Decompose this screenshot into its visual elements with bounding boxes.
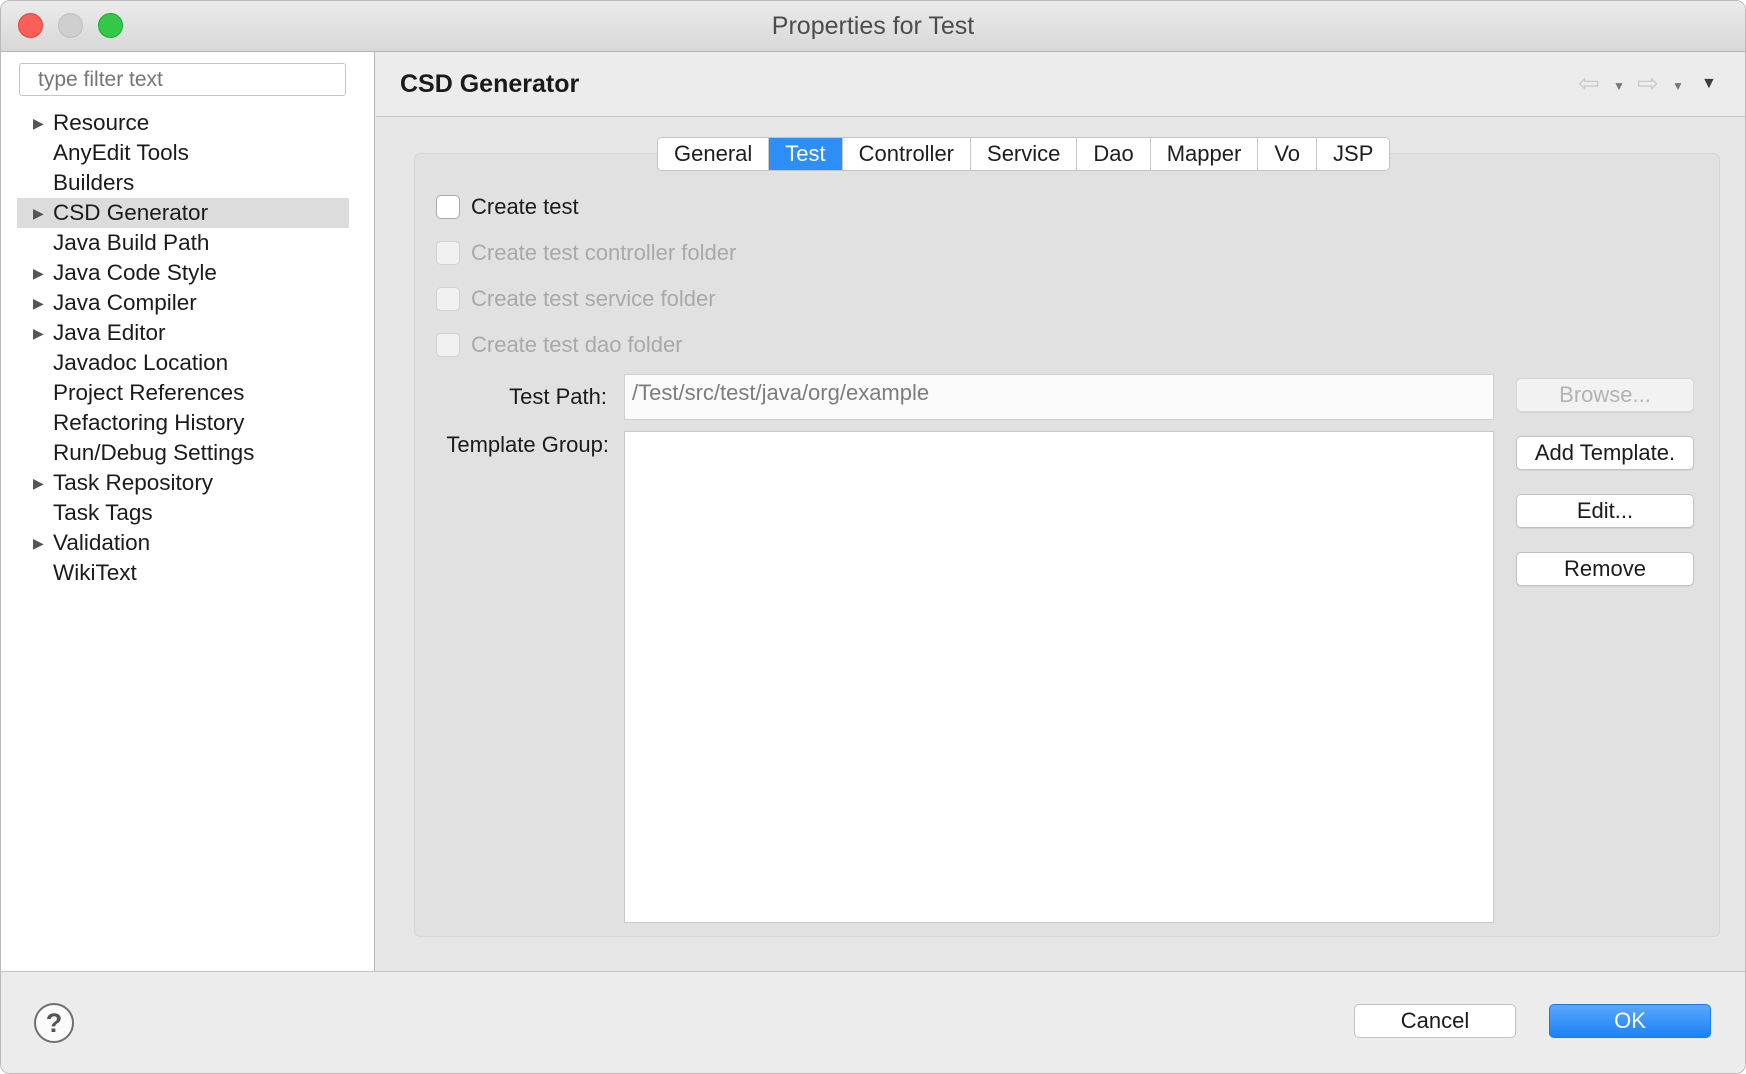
sidebar-item[interactable]: ▶ Task Repository <box>17 468 349 498</box>
create-test-service-folder-label: Create test service folder <box>471 286 716 311</box>
sidebar-item-label: AnyEdit Tools <box>53 140 189 165</box>
sidebar-item-label: Builders <box>53 170 135 195</box>
remove-button[interactable]: Remove <box>1516 552 1694 586</box>
sidebar-item[interactable]: Refactoring History <box>17 408 349 438</box>
create-test-service-folder-checkbox[interactable] <box>436 287 460 311</box>
sidebar-item[interactable]: AnyEdit Tools <box>17 138 349 168</box>
dialog-button-bar: ? Cancel OK <box>1 971 1745 1073</box>
template-group-list[interactable] <box>624 431 1494 923</box>
sidebar-item[interactable]: Builders <box>17 168 349 198</box>
ok-button[interactable]: OK <box>1549 1004 1711 1038</box>
sidebar-item-label: Refactoring History <box>53 410 245 435</box>
sidebar-item[interactable]: ▶ Java Code Style <box>17 258 349 288</box>
expand-arrow-icon[interactable]: ▶ <box>33 318 44 348</box>
create-test-controller-folder-checkbox[interactable] <box>436 241 460 265</box>
sidebar-item[interactable]: ▶ CSD Generator <box>17 198 349 228</box>
sidebar-item[interactable]: Java Build Path <box>17 228 349 258</box>
sidebar-item[interactable]: WikiText <box>17 558 349 588</box>
tab-test[interactable]: Test <box>769 138 843 170</box>
edit-button[interactable]: Edit... <box>1516 494 1694 528</box>
page-title: CSD Generator <box>400 70 580 98</box>
tab-controller[interactable]: Controller <box>842 138 972 170</box>
tab-dao[interactable]: Dao <box>1077 138 1151 170</box>
template-group-label: Template Group: <box>446 432 609 457</box>
tab-mapper[interactable]: Mapper <box>1150 138 1259 170</box>
property-page-tree: ▶ Resource AnyEdit Tools Builders ▶ CSD Gener… <box>17 108 349 588</box>
create-test-label: Create test <box>471 194 579 219</box>
title-bar: Properties for Test <box>1 1 1745 52</box>
expand-arrow-icon[interactable]: ▶ <box>33 258 44 288</box>
create-test-checkbox[interactable] <box>436 195 460 219</box>
sidebar-item-label: Task Repository <box>53 470 214 495</box>
tab-jsp[interactable]: JSP <box>1317 138 1390 170</box>
tab-vo[interactable]: Vo <box>1258 138 1318 170</box>
property-pages-pane: ▶ Resource AnyEdit Tools Builders ▶ CSD Gener… <box>1 52 375 971</box>
sidebar-item[interactable]: ▶ Validation <box>17 528 349 558</box>
cancel-button[interactable]: Cancel <box>1354 1004 1516 1038</box>
sidebar-item[interactable]: ▶ Java Editor <box>17 318 349 348</box>
sidebar-item-label: Task Tags <box>53 500 153 525</box>
tab-general[interactable]: General <box>658 138 770 170</box>
test-path-label: Test Path: <box>509 384 607 409</box>
tab-service[interactable]: Service <box>971 138 1078 170</box>
sidebar-item[interactable]: Project References <box>17 378 349 408</box>
sidebar-item-label: Java Build Path <box>53 230 210 255</box>
browse-button[interactable]: Browse... <box>1516 378 1694 412</box>
sidebar-item[interactable]: Run/Debug Settings <box>17 438 349 468</box>
sidebar-item[interactable]: Javadoc Location <box>17 348 349 378</box>
sidebar-item-label: Javadoc Location <box>53 350 229 375</box>
sidebar-item-label: Resource <box>53 110 150 135</box>
view-menu-icon[interactable]: ▼ <box>1701 69 1717 99</box>
sidebar-item[interactable]: Task Tags <box>17 498 349 528</box>
filter-input[interactable] <box>19 63 346 96</box>
page-header: CSD Generator ⇦ ▼ ⇨ ▼ ▼ <box>376 52 1745 117</box>
test-path-field[interactable]: /Test/src/test/java/org/example <box>624 374 1494 420</box>
sidebar-item[interactable]: ▶ Java Compiler <box>17 288 349 318</box>
window-title: Properties for Test <box>771 12 975 40</box>
expand-arrow-icon[interactable]: ▶ <box>33 528 44 558</box>
add-template-button[interactable]: Add Template. <box>1516 436 1694 470</box>
question-mark-icon[interactable]: ? <box>34 1003 74 1043</box>
sidebar-item-label: CSD Generator <box>53 200 209 225</box>
sidebar-item-label: Java Code Style <box>53 260 217 285</box>
sidebar-item[interactable]: ▶ Resource <box>17 108 349 138</box>
sidebar-item-label: Java Compiler <box>53 290 197 315</box>
back-history-dropdown-icon[interactable]: ▼ <box>1613 71 1625 101</box>
create-test-dao-folder-label: Create test dao folder <box>471 332 683 357</box>
sidebar-item-label: Validation <box>53 530 151 555</box>
properties-dialog: Properties for Test ▶ Resource AnyEdit Too… <box>0 0 1746 1074</box>
tab-bar: General Test Controller Service Dao Mapp… <box>657 137 1391 171</box>
expand-arrow-icon[interactable]: ▶ <box>33 108 44 138</box>
sidebar-item-label: Project References <box>53 380 245 405</box>
expand-arrow-icon[interactable]: ▶ <box>33 468 44 498</box>
back-arrow-icon[interactable]: ⇦ <box>1578 68 1600 98</box>
sidebar-item-label: Java Editor <box>53 320 166 345</box>
sidebar-item-label: WikiText <box>53 560 137 585</box>
expand-arrow-icon[interactable]: ▶ <box>33 288 44 318</box>
sidebar-item-label: Run/Debug Settings <box>53 440 255 465</box>
create-test-dao-folder-checkbox[interactable] <box>436 333 460 357</box>
forward-history-dropdown-icon[interactable]: ▼ <box>1672 71 1684 101</box>
forward-arrow-icon[interactable]: ⇨ <box>1637 68 1659 98</box>
expand-arrow-icon[interactable]: ▶ <box>33 198 44 228</box>
create-test-controller-folder-label: Create test controller folder <box>471 240 737 265</box>
